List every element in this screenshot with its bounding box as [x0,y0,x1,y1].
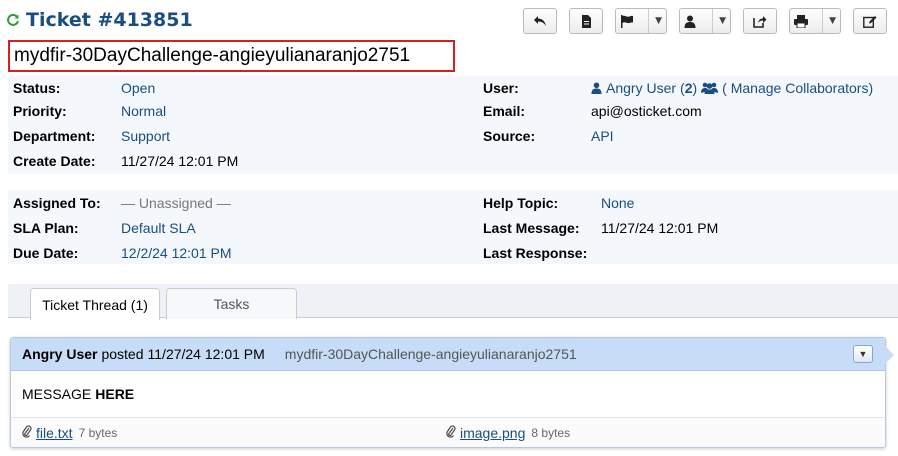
ticket-toolbar: ▼ ▼ ▼ [523,8,898,34]
users-icon [701,82,719,94]
tab-ticket-thread[interactable]: Ticket Thread (1) [30,288,160,320]
assigned-to-value[interactable]: — Unassigned — [121,195,231,211]
user-icon [591,82,602,94]
assigned-to-row: Assigned To: — Unassigned — [13,191,473,215]
edit-icon [863,15,877,28]
print-dropdown-button[interactable]: ▼ [789,8,841,34]
tab-tasks[interactable]: Tasks [166,288,297,319]
user-name-link[interactable]: Angry User [606,80,676,96]
due-date-value[interactable]: 12/2/24 12:01 PM [121,245,232,261]
assignment-info-panel: Assigned To: — Unassigned — SLA Plan: De… [8,190,898,264]
file-icon [581,14,591,28]
reply-icon [534,16,546,26]
department-value[interactable]: Support [121,128,170,144]
sla-plan-value[interactable]: Default SLA [121,220,196,236]
refresh-icon[interactable] [6,13,20,27]
flag-icon [621,14,633,28]
thread-attachments: file.txt 7 bytes image.png 8 bytes [11,417,885,447]
status-label: Status: [13,80,61,96]
transfer-button[interactable] [743,8,777,34]
last-message-value: 11/27/24 12:01 PM [601,220,719,236]
user-value: Angry User ( 2 ) ( Manage Collaborators) [591,80,873,96]
thread-entry: Angry User posted 11/27/24 12:01 PM mydf… [10,337,894,448]
source-row: Source: API [483,124,893,148]
status-value[interactable]: Open [121,80,155,96]
attachment-size: 8 bytes [531,426,571,440]
last-message-row: Last Message: 11/27/24 12:01 PM [483,216,893,240]
attachment-item: image.png 8 bytes [446,425,570,441]
attachment-item: file.txt 7 bytes [22,425,117,441]
paperclip-icon [22,425,32,441]
source-value[interactable]: API [591,128,614,144]
reply-button[interactable] [523,8,557,34]
thread-author: Angry User [22,346,98,362]
collab-count: 2 [684,80,693,96]
chevron-down-icon: ▼ [822,9,836,33]
add-note-button[interactable] [569,8,603,34]
message-text: MESSAGE [22,386,92,402]
help-topic-label: Help Topic: [483,195,559,211]
user-row: User: Angry User ( 2 ) ( Manage Collabor… [483,76,893,100]
last-message-label: Last Message: [483,220,580,236]
thread-options-button[interactable]: ▼ [853,345,873,363]
create-date-value: 11/27/24 12:01 PM [121,153,239,169]
thread-entry-header: Angry User posted 11/27/24 12:01 PM mydf… [11,338,894,371]
priority-value[interactable]: Normal [121,103,166,119]
chevron-down-icon: ▼ [858,349,868,359]
email-row: Email: api@osticket.com [483,99,893,123]
manage-collaborators-link[interactable]: ( Manage Collaborators) [722,80,873,96]
thread-posted-label: posted [101,346,144,362]
ticket-subject: mydfir-30DayChallenge-angieyulianaranjo2… [14,45,411,66]
flag-dropdown-button[interactable]: ▼ [615,8,667,34]
sla-plan-row: SLA Plan: Default SLA [13,216,473,240]
department-row: Department: Support [13,124,473,148]
user-icon [684,15,696,28]
attachment-size: 7 bytes [78,426,118,440]
email-value: api@osticket.com [591,103,702,119]
priority-label: Priority: [13,103,67,119]
ticket-subject-box: mydfir-30DayChallenge-angieyulianaranjo2… [8,40,455,72]
help-topic-row: Help Topic: None [483,191,893,215]
ticket-header: Ticket #413851 [6,6,193,34]
chevron-down-icon: ▼ [648,9,662,33]
paperclip-icon [446,425,456,441]
thread-posted-at: 11/27/24 12:01 PM [147,346,265,362]
source-label: Source: [483,128,536,144]
chevron-down-icon: ▼ [712,9,726,33]
priority-row: Priority: Normal [13,99,473,123]
share-icon [753,15,767,28]
ticket-info-panel: Status: Open Priority: Normal Department… [8,76,898,174]
status-row: Status: Open [13,76,473,100]
user-label: User: [483,80,519,96]
sla-plan-label: SLA Plan: [13,220,79,236]
thread-pointer-arrow [885,346,894,364]
message-bold-text: HERE [95,386,135,402]
ticket-number[interactable]: Ticket #413851 [26,9,193,31]
email-label: Email: [483,103,526,119]
due-date-row: Due Date: 12/2/24 12:01 PM [13,241,473,265]
print-icon [794,14,808,28]
assign-user-dropdown-button[interactable]: ▼ [679,8,731,34]
department-label: Department: [13,128,96,144]
thread-subject: mydfir-30DayChallenge-angieyulianaranjo2… [284,346,577,362]
due-date-label: Due Date: [13,245,79,261]
edit-button[interactable] [853,8,887,34]
create-date-row: Create Date: 11/27/24 12:01 PM [13,149,473,173]
collab-count-close: ) [692,80,698,96]
assigned-to-label: Assigned To: [13,195,101,211]
ticket-tabs: Ticket Thread (1) Tasks [8,284,898,320]
attachment-link[interactable]: file.txt [36,425,73,441]
attachment-link[interactable]: image.png [460,425,525,441]
create-date-label: Create Date: [13,153,96,169]
thread-message-body: MESSAGE HERE [11,371,885,417]
help-topic-value[interactable]: None [601,195,634,211]
last-response-label: Last Response: [483,245,588,261]
last-response-row: Last Response: [483,241,893,265]
